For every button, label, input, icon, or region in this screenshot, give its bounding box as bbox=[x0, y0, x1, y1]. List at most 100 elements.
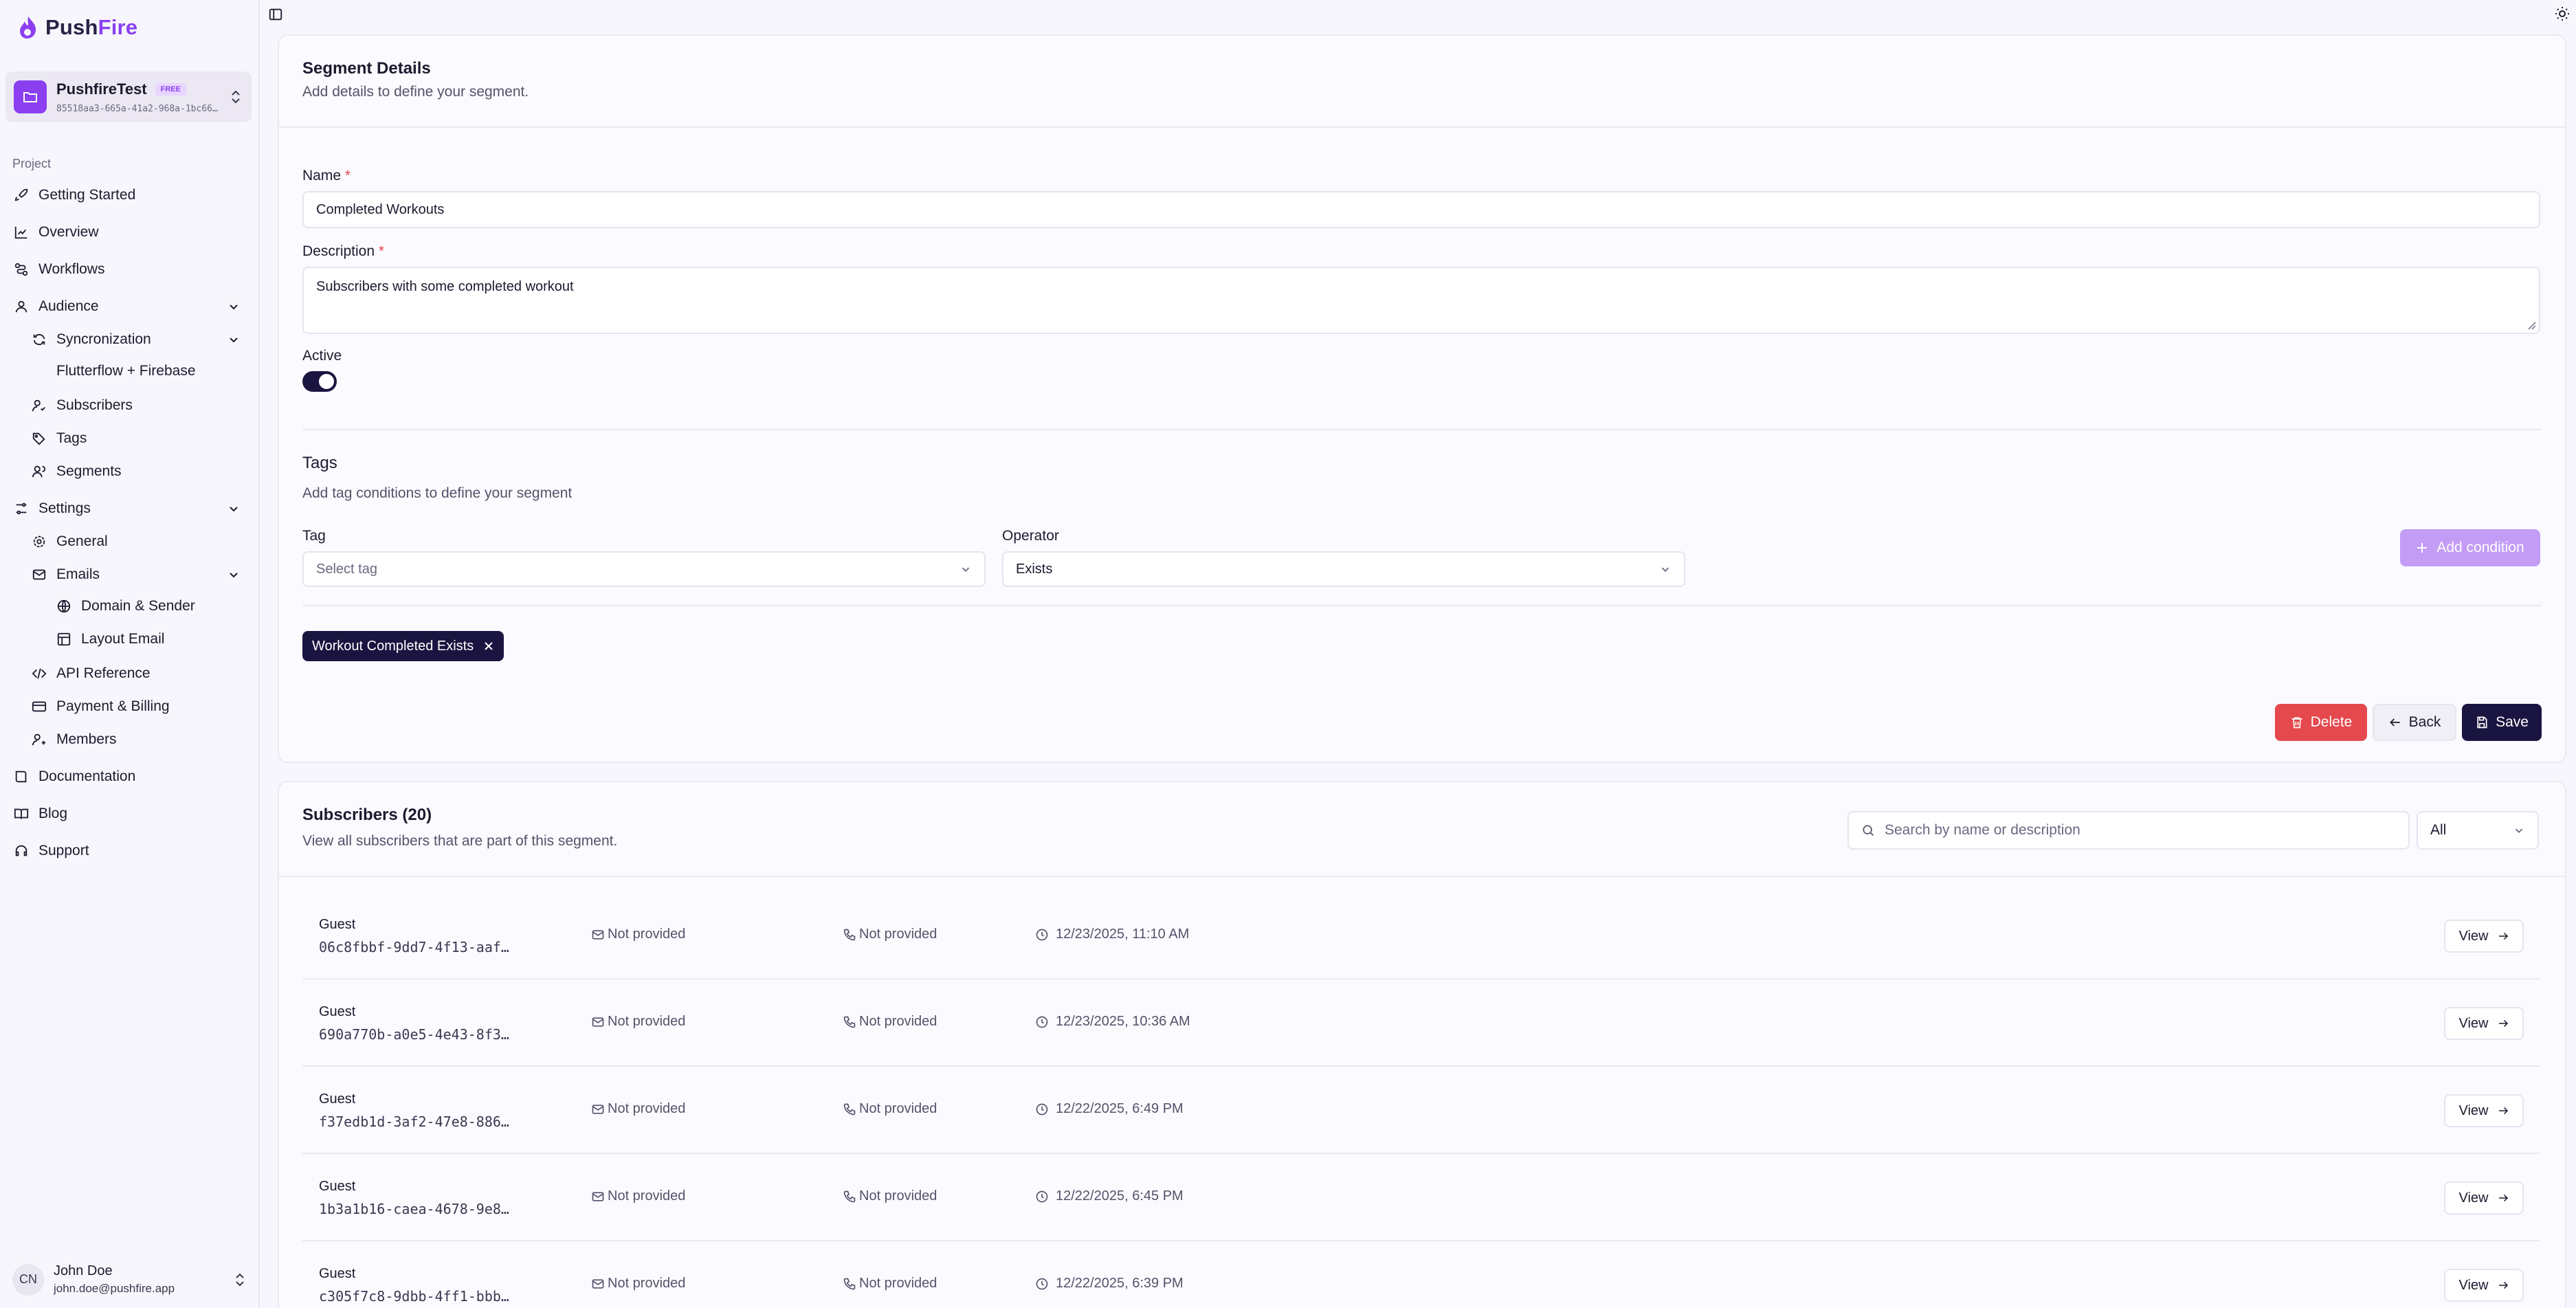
delete-label: Delete bbox=[2310, 714, 2353, 730]
subscriber-email-text: Not provided bbox=[608, 1014, 686, 1029]
sidebar-item-flutterflow[interactable]: Flutterflow + Firebase bbox=[56, 363, 196, 379]
plan-badge: FREE bbox=[155, 82, 186, 96]
arrow-left-icon bbox=[2389, 718, 2400, 727]
sun-icon[interactable] bbox=[2554, 5, 2571, 22]
mail-icon bbox=[592, 1191, 604, 1201]
operator-select[interactable]: Exists bbox=[1002, 551, 1685, 587]
subscriber-phone: Not provided bbox=[843, 927, 937, 942]
chevrons-up-down-icon bbox=[236, 1273, 244, 1286]
phone-icon bbox=[843, 929, 856, 940]
close-icon[interactable] bbox=[483, 641, 494, 652]
tags-title: Tags bbox=[302, 454, 337, 472]
sidebar-item-label: Segments bbox=[56, 463, 122, 479]
brand-logo[interactable]: PushFire bbox=[18, 15, 137, 40]
chevron-down-icon[interactable] bbox=[227, 568, 241, 581]
operator-label: Operator bbox=[1002, 528, 1059, 544]
chevron-down-icon[interactable] bbox=[227, 333, 241, 346]
active-toggle[interactable] bbox=[302, 371, 337, 392]
subscriber-date: 12/23/2025, 10:36 AM bbox=[1035, 1014, 1190, 1030]
sidebar-item-syncronization[interactable]: Syncronization bbox=[32, 331, 151, 348]
view-label: View bbox=[2458, 1190, 2489, 1206]
subscriber-date: 12/22/2025, 6:45 PM bbox=[1035, 1188, 1184, 1204]
subscriber-phone-text: Not provided bbox=[859, 1014, 937, 1029]
name-field-value: Completed Workouts bbox=[316, 201, 445, 217]
subscriber-phone-text: Not provided bbox=[859, 1188, 937, 1204]
subscriber-date-text: 12/23/2025, 11:10 AM bbox=[1056, 927, 1190, 942]
sidebar-item-workflows[interactable]: Workflows bbox=[14, 261, 104, 278]
trash-icon bbox=[2291, 717, 2302, 729]
delete-button[interactable]: Delete bbox=[2275, 704, 2367, 741]
phone-icon bbox=[843, 1190, 856, 1202]
subscriber-email: Not provided bbox=[591, 1014, 685, 1030]
subscriber-phone: Not provided bbox=[843, 1014, 937, 1030]
chevrons-up-down-icon bbox=[232, 90, 240, 104]
view-label: View bbox=[2458, 1277, 2489, 1293]
plus-icon bbox=[2417, 543, 2428, 553]
sidebar: PushFire PushfireTest FREE 85518aa3-665a-… bbox=[0, 0, 260, 1308]
sidebar-toggle-icon[interactable] bbox=[268, 7, 283, 22]
sidebar-item-payment-billing[interactable]: Payment & Billing bbox=[32, 698, 170, 715]
add-condition-button[interactable]: Add condition bbox=[2400, 529, 2540, 566]
sidebar-item-general[interactable]: General bbox=[32, 533, 108, 550]
search-icon bbox=[1863, 825, 1874, 836]
sidebar-item-label: Workflows bbox=[38, 261, 105, 277]
tag-select[interactable]: Select tag bbox=[302, 551, 986, 587]
sidebar-item-documentation[interactable]: Documentation bbox=[14, 768, 135, 785]
filter-select-value: All bbox=[2430, 822, 2447, 838]
description-field[interactable]: Subscribers with some completed workout bbox=[302, 267, 2540, 334]
segment-details-title: Segment Details bbox=[302, 59, 431, 78]
name-label-text: Name bbox=[302, 168, 342, 184]
arrow-right-icon bbox=[2498, 1019, 2508, 1028]
subscriber-email-text: Not provided bbox=[608, 1188, 686, 1204]
chevron-down-icon[interactable] bbox=[227, 502, 241, 516]
required-mark: * bbox=[344, 168, 351, 184]
filter-select[interactable]: All bbox=[2417, 811, 2539, 850]
sidebar-item-layout-email[interactable]: Layout Email bbox=[56, 631, 164, 647]
sidebar-item-support[interactable]: Support bbox=[14, 843, 89, 859]
clock-icon bbox=[1036, 1190, 1048, 1202]
sidebar-item-emails[interactable]: Emails bbox=[32, 566, 100, 583]
sidebar-item-label: Support bbox=[38, 843, 89, 858]
sidebar-item-subscribers[interactable]: Subscribers bbox=[32, 397, 133, 414]
view-button[interactable]: View bbox=[2444, 1094, 2524, 1127]
sidebar-item-api-reference[interactable]: API Reference bbox=[32, 665, 151, 682]
sidebar-item-settings[interactable]: Settings bbox=[14, 500, 91, 517]
save-icon bbox=[2477, 716, 2487, 729]
user-menu[interactable]: CN John Doe john.doe@pushfire.app bbox=[12, 1263, 246, 1296]
clock-icon bbox=[1036, 929, 1048, 940]
rocket-icon bbox=[14, 188, 28, 201]
user-email: john.doe@pushfire.app bbox=[54, 1282, 175, 1295]
sidebar-item-overview[interactable]: Overview bbox=[14, 224, 99, 241]
view-button[interactable]: View bbox=[2444, 1269, 2524, 1302]
sidebar-item-segments[interactable]: Segments bbox=[32, 463, 122, 480]
view-button[interactable]: View bbox=[2444, 1007, 2524, 1040]
sidebar-item-members[interactable]: Members bbox=[32, 731, 117, 748]
sidebar-item-audience[interactable]: Audience bbox=[14, 298, 99, 315]
back-button[interactable]: Back bbox=[2373, 704, 2456, 741]
subscriber-name: Guest bbox=[319, 917, 356, 932]
project-id: 85518aa3-665a-41a2-968a-1bc66… bbox=[56, 103, 218, 114]
sidebar-item-getting-started[interactable]: Getting Started bbox=[14, 187, 135, 203]
brand-name-part2: Fire bbox=[98, 15, 138, 39]
search-input[interactable]: Search by name or description bbox=[1847, 811, 2410, 850]
tags-icon bbox=[32, 432, 45, 445]
project-switcher[interactable]: PushfireTest FREE 85518aa3-665a-41a2-968a… bbox=[5, 71, 252, 122]
resize-handle-icon[interactable] bbox=[2527, 320, 2536, 330]
save-button[interactable]: Save bbox=[2462, 704, 2542, 741]
name-field[interactable]: Completed Workouts bbox=[302, 191, 2540, 228]
divider bbox=[279, 876, 2565, 877]
sidebar-item-label: Subscribers bbox=[56, 397, 133, 413]
back-label: Back bbox=[2408, 714, 2441, 730]
sidebar-item-tags[interactable]: Tags bbox=[32, 430, 87, 447]
clock-icon bbox=[1036, 1016, 1048, 1028]
chevron-down-icon[interactable] bbox=[227, 300, 241, 313]
sidebar-item-domain-sender[interactable]: Domain & Sender bbox=[56, 598, 195, 614]
subscriber-email: Not provided bbox=[591, 1188, 685, 1204]
subscriber-date-text: 12/22/2025, 6:49 PM bbox=[1056, 1101, 1184, 1116]
view-button[interactable]: View bbox=[2444, 920, 2524, 953]
condition-chip: Workout Completed Exists bbox=[302, 631, 504, 661]
sidebar-item-blog[interactable]: Blog bbox=[14, 806, 67, 822]
users-icon bbox=[32, 465, 46, 478]
brand-name: PushFire bbox=[45, 15, 137, 40]
view-button[interactable]: View bbox=[2444, 1182, 2524, 1215]
